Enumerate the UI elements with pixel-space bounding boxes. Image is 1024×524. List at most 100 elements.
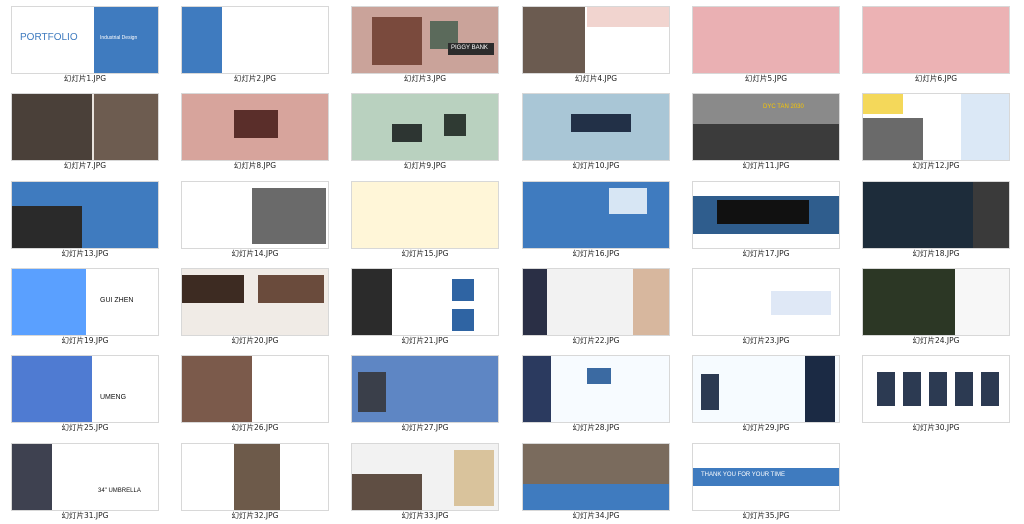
slide-item[interactable]: 幻灯片13.JPG <box>0 175 170 262</box>
slide-thumbnail[interactable] <box>182 444 328 510</box>
thumbnail-block <box>358 372 386 412</box>
slide-item[interactable]: 幻灯片7.JPG <box>0 87 170 174</box>
slide-thumbnail[interactable] <box>863 94 1009 160</box>
slide-item[interactable]: DYC TAN 2030 幻灯片11.JPG <box>681 87 851 174</box>
slide-item[interactable]: 幻灯片5.JPG <box>681 0 851 87</box>
slide-title-text: Industrial Design <box>100 35 138 41</box>
file-name-label: 幻灯片22.JPG <box>572 336 620 345</box>
file-name-label: 幻灯片2.JPG <box>233 74 277 83</box>
thumbnail-block <box>701 374 719 410</box>
slide-item[interactable]: GUI ZHEN 幻灯片19.JPG <box>0 262 170 349</box>
slide-thumbnail[interactable] <box>523 269 669 335</box>
slide-thumbnail[interactable] <box>352 356 498 422</box>
slide-item[interactable]: 幻灯片30.JPG <box>851 349 1021 436</box>
slide-item[interactable]: PORTFOLIO Industrial Design 幻灯片1.JPG <box>0 0 170 87</box>
slide-thumbnail[interactable]: GUI ZHEN <box>12 269 158 335</box>
slide-thumbnail[interactable]: THANK YOU FOR YOUR TIME <box>693 444 839 510</box>
slide-item[interactable]: 幻灯片16.JPG <box>511 175 681 262</box>
file-name-label: 幻灯片18.JPG <box>912 249 960 258</box>
slide-item[interactable]: 幻灯片14.JPG <box>170 175 340 262</box>
slide-thumbnail[interactable] <box>352 182 498 248</box>
slide-thumbnail[interactable] <box>182 182 328 248</box>
thumbnail-block <box>12 94 92 160</box>
slide-thumbnail[interactable]: PIGGY BANK <box>352 7 498 73</box>
slide-item[interactable]: 幻灯片32.JPG <box>170 437 340 524</box>
slide-item[interactable]: 幻灯片23.JPG <box>681 262 851 349</box>
slide-thumbnail[interactable] <box>182 94 328 160</box>
slide-title-text: 34" UMBRELLA <box>98 488 141 494</box>
slide-item[interactable]: 幻灯片12.JPG <box>851 87 1021 174</box>
thumbnail-block <box>12 444 52 510</box>
thumbnail-block <box>182 275 244 303</box>
slide-thumbnail[interactable] <box>182 7 328 73</box>
slide-item[interactable]: 幻灯片15.JPG <box>340 175 510 262</box>
slide-item[interactable]: 幻灯片4.JPG <box>511 0 681 87</box>
slide-thumbnail[interactable] <box>863 356 1009 422</box>
slide-thumbnail[interactable] <box>12 182 158 248</box>
slide-item[interactable]: 幻灯片17.JPG <box>681 175 851 262</box>
slide-thumbnail[interactable] <box>523 182 669 248</box>
slide-thumbnail[interactable]: PORTFOLIO Industrial Design <box>12 7 158 73</box>
slide-thumbnail[interactable] <box>523 7 669 73</box>
slide-thumbnail[interactable] <box>693 7 839 73</box>
slide-thumbnail[interactable] <box>863 182 1009 248</box>
thumbnail-block <box>12 206 82 248</box>
slide-item[interactable]: 幻灯片8.JPG <box>170 87 340 174</box>
slide-item[interactable]: 幻灯片33.JPG <box>340 437 510 524</box>
slide-item[interactable]: 幻灯片24.JPG <box>851 262 1021 349</box>
slide-item[interactable]: 幻灯片9.JPG <box>340 87 510 174</box>
slide-item[interactable]: THANK YOU FOR YOUR TIME 幻灯片35.JPG <box>681 437 851 524</box>
slide-title-text: PORTFOLIO <box>20 32 78 43</box>
slide-thumbnail[interactable]: UMENG <box>12 356 158 422</box>
slide-item[interactable]: 幻灯片28.JPG <box>511 349 681 436</box>
slide-item[interactable]: 幻灯片6.JPG <box>851 0 1021 87</box>
slide-item[interactable]: 幻灯片27.JPG <box>340 349 510 436</box>
slide-item[interactable]: 34" UMBRELLA 幻灯片31.JPG <box>0 437 170 524</box>
slide-thumbnail[interactable] <box>352 94 498 160</box>
slide-item[interactable]: 幻灯片29.JPG <box>681 349 851 436</box>
slide-item[interactable]: 幻灯片22.JPG <box>511 262 681 349</box>
thumbnail-grid: PORTFOLIO Industrial Design 幻灯片1.JPG 幻灯片2.J… <box>0 0 1024 520</box>
file-name-label: 幻灯片14.JPG <box>231 249 279 258</box>
slide-title-text: GUI ZHEN <box>100 297 134 304</box>
slide-item[interactable]: 幻灯片20.JPG <box>170 262 340 349</box>
thumbnail-block <box>252 188 326 244</box>
slide-thumbnail[interactable] <box>12 94 158 160</box>
slide-item[interactable]: 幻灯片18.JPG <box>851 175 1021 262</box>
slide-thumbnail[interactable] <box>523 356 669 422</box>
thumbnail-block <box>452 279 474 301</box>
slide-item[interactable]: 幻灯片10.JPG <box>511 87 681 174</box>
slide-thumbnail[interactable] <box>523 94 669 160</box>
slide-item[interactable]: 幻灯片2.JPG <box>170 0 340 87</box>
file-name-label: 幻灯片12.JPG <box>912 161 960 170</box>
slide-title-text: UMENG <box>100 394 127 401</box>
slide-thumbnail[interactable] <box>182 356 328 422</box>
slide-thumbnail[interactable] <box>863 7 1009 73</box>
file-name-label: 幻灯片15.JPG <box>401 249 449 258</box>
slide-thumbnail[interactable] <box>182 269 328 335</box>
thumbnail-block <box>12 269 86 335</box>
slide-thumbnail[interactable] <box>693 269 839 335</box>
slide-thumbnail[interactable] <box>352 444 498 510</box>
thumbnail-block <box>392 124 422 142</box>
slide-thumbnail[interactable] <box>693 182 839 248</box>
slide-item[interactable]: 幻灯片34.JPG <box>511 437 681 524</box>
thumbnail-block <box>955 269 1009 335</box>
thumbnail-block <box>258 275 324 303</box>
thumbnail-block <box>961 94 1009 160</box>
slide-thumbnail[interactable] <box>693 356 839 422</box>
file-name-label: 幻灯片5.JPG <box>744 74 788 83</box>
thumbnail-block <box>587 7 669 27</box>
slide-thumbnail[interactable] <box>352 269 498 335</box>
slide-thumbnail[interactable]: 34" UMBRELLA <box>12 444 158 510</box>
file-name-label: 幻灯片16.JPG <box>572 249 620 258</box>
slide-thumbnail[interactable] <box>863 269 1009 335</box>
slide-thumbnail[interactable] <box>523 444 669 510</box>
slide-item[interactable]: PIGGY BANK 幻灯片3.JPG <box>340 0 510 87</box>
slide-item[interactable]: 幻灯片26.JPG <box>170 349 340 436</box>
slide-thumbnail[interactable]: DYC TAN 2030 <box>693 94 839 160</box>
slide-item[interactable]: UMENG 幻灯片25.JPG <box>0 349 170 436</box>
file-name-label: 幻灯片30.JPG <box>912 423 960 432</box>
slide-item[interactable]: 幻灯片21.JPG <box>340 262 510 349</box>
thumbnail-block <box>352 182 498 248</box>
